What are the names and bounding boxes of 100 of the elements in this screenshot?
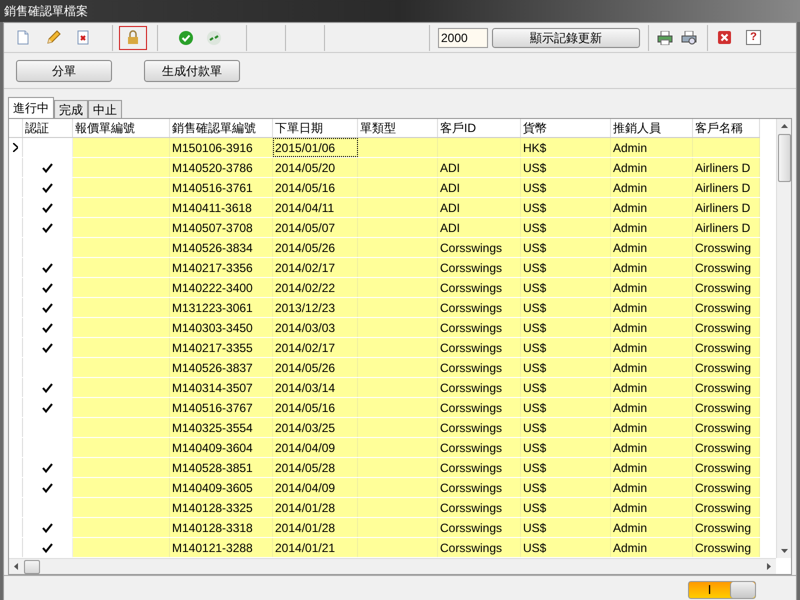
table-cell: US$ xyxy=(521,458,611,477)
table-cell: Crosswing xyxy=(693,238,760,257)
action-button[interactable]: 分單 xyxy=(16,60,112,82)
table-cell: Corsswings xyxy=(438,338,521,357)
table-cell: ADI xyxy=(438,158,521,177)
document-delete-icon xyxy=(77,30,89,45)
table-cell: M140121-3288 xyxy=(170,538,273,557)
table-cell: Admin xyxy=(611,298,693,317)
tab[interactable]: 進行中 xyxy=(8,97,54,118)
column-header[interactable]: 銷售確認單編號 xyxy=(170,119,273,137)
column-header[interactable]: 下單日期 xyxy=(273,119,358,137)
table-cell: Admin xyxy=(611,498,693,517)
table-cell: 2014/05/16 xyxy=(273,178,358,197)
table-cell: Admin xyxy=(611,518,693,537)
table-cell: Admin xyxy=(611,458,693,477)
table-cell: 2014/04/09 xyxy=(273,438,358,457)
table-cell: 2014/05/28 xyxy=(273,458,358,477)
table-cell: US$ xyxy=(521,298,611,317)
table-cell: Admin xyxy=(611,238,693,257)
table-cell: 2014/01/21 xyxy=(273,538,358,557)
table-cell: Admin xyxy=(611,198,693,217)
table-cell: 2014/05/16 xyxy=(273,398,358,417)
table-cell: Corsswings xyxy=(438,318,521,337)
table-cell: US$ xyxy=(521,238,611,257)
table-cell: M140520-3786 xyxy=(170,158,273,177)
table-cell: 2014/04/11 xyxy=(273,198,358,217)
scrollbar-thumb[interactable] xyxy=(778,134,790,182)
table-cell: Corsswings xyxy=(438,538,521,557)
table-cell: Crosswing xyxy=(693,378,760,397)
table-cell: 2014/05/26 xyxy=(273,238,358,257)
close-icon[interactable] xyxy=(718,31,731,44)
table-cell: US$ xyxy=(521,478,611,497)
table-cell: M140217-3355 xyxy=(170,338,273,357)
refresh-button[interactable]: 顯示記錄更新 xyxy=(492,28,640,48)
table-cell: US$ xyxy=(521,358,611,377)
table-cell: M140516-3767 xyxy=(170,398,273,417)
column-header[interactable]: 客戶名稱 xyxy=(693,119,760,137)
table-cell: M140128-3325 xyxy=(170,498,273,517)
table-cell: US$ xyxy=(521,418,611,437)
table-cell: Admin xyxy=(611,378,693,397)
table-cell: Crosswing xyxy=(693,278,760,297)
table-cell: Airliners D xyxy=(693,178,760,197)
table-cell: US$ xyxy=(521,218,611,237)
record-limit-field[interactable]: 2000 xyxy=(438,28,488,48)
help-button[interactable]: ? xyxy=(746,30,761,45)
toggle-switch[interactable]: I xyxy=(688,580,756,598)
arrows-icon xyxy=(207,30,221,44)
toolbar-button[interactable] xyxy=(119,26,147,50)
table-cell: US$ xyxy=(521,318,611,337)
table-cell: Corsswings xyxy=(438,518,521,537)
table-cell: 2014/05/07 xyxy=(273,218,358,237)
table-cell: Corsswings xyxy=(438,238,521,257)
table-cell: Crosswing xyxy=(693,338,760,357)
print-preview-icon[interactable] xyxy=(681,30,697,44)
pencil-icon xyxy=(45,30,61,46)
column-header[interactable]: 單類型 xyxy=(358,119,438,137)
table-cell: 2014/02/22 xyxy=(273,278,358,297)
table-cell: Corsswings xyxy=(438,298,521,317)
vertical-scrollbar[interactable] xyxy=(776,119,791,558)
action-button[interactable]: 生成付款單 xyxy=(144,60,240,82)
column-header[interactable]: 認証 xyxy=(23,119,73,137)
table-cell: 2014/05/26 xyxy=(273,358,358,377)
table-cell: M140303-3450 xyxy=(170,318,273,337)
table-cell: M140409-3604 xyxy=(170,438,273,457)
tab[interactable]: 中止 xyxy=(88,100,122,118)
table-cell: Corsswings xyxy=(438,358,521,377)
table-cell: US$ xyxy=(521,278,611,297)
table-cell: M140526-3837 xyxy=(170,358,273,377)
table-cell: Admin xyxy=(611,278,693,297)
table-cell: 2014/04/09 xyxy=(273,478,358,497)
table-cell: 2014/02/17 xyxy=(273,338,358,357)
scrollbar-thumb[interactable] xyxy=(24,560,40,574)
table-cell: US$ xyxy=(521,398,611,417)
table-cell: Admin xyxy=(611,538,693,557)
horizontal-scrollbar[interactable] xyxy=(9,558,776,574)
column-header[interactable]: 貨幣 xyxy=(521,119,611,137)
table-cell: Admin xyxy=(611,338,693,357)
table-cell: Corsswings xyxy=(438,378,521,397)
table-cell: Admin xyxy=(611,158,693,177)
tab[interactable]: 完成 xyxy=(54,100,88,118)
table-cell: US$ xyxy=(521,198,611,217)
table-cell: Airliners D xyxy=(693,158,760,177)
column-header[interactable]: 客戶ID xyxy=(438,119,521,137)
table-cell xyxy=(693,138,760,157)
column-header[interactable]: 報價單編號 xyxy=(73,119,170,137)
table-cell: 2014/01/28 xyxy=(273,518,358,537)
table-cell: Admin xyxy=(611,258,693,277)
table-cell: Corsswings xyxy=(438,458,521,477)
table-cell: Corsswings xyxy=(438,258,521,277)
table-cell: US$ xyxy=(521,538,611,557)
table-cell: Crosswing xyxy=(693,358,760,377)
table-cell: Crosswing xyxy=(693,298,760,317)
table-cell: 2014/02/17 xyxy=(273,258,358,277)
table-cell: M140217-3356 xyxy=(170,258,273,277)
table-cell: Corsswings xyxy=(438,398,521,417)
checkmark-icon xyxy=(179,30,193,44)
table-cell: M140409-3605 xyxy=(170,478,273,497)
document-icon xyxy=(17,30,29,45)
column-header[interactable]: 推銷人員 xyxy=(611,119,693,137)
printer-icon[interactable] xyxy=(657,30,673,44)
